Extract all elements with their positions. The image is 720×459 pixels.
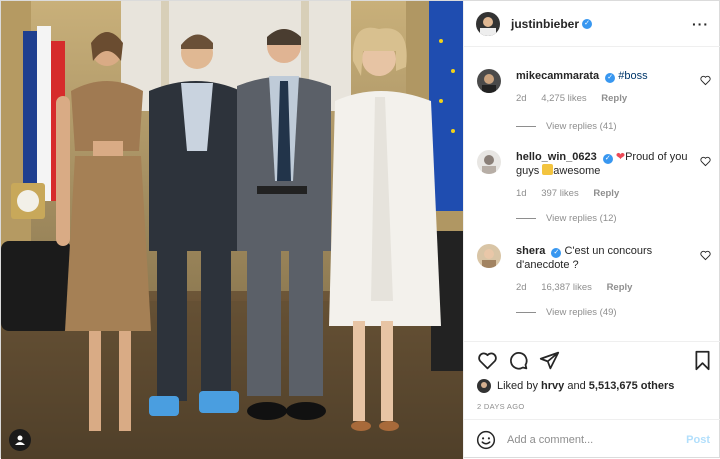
comment-age: 2d — [516, 93, 527, 104]
replies-divider — [516, 126, 536, 127]
replies-divider — [516, 312, 536, 313]
reply-button[interactable]: Reply — [601, 93, 627, 104]
like-comment-heart-icon[interactable] — [700, 156, 711, 167]
like-comment-heart-icon[interactable] — [700, 250, 711, 261]
post-date[interactable]: 2 DAYS AGO — [477, 402, 524, 411]
verified-badge-icon: ✓ — [605, 73, 616, 83]
commenter-avatar-image — [477, 244, 501, 268]
comment-bubble-icon[interactable] — [508, 350, 529, 371]
liker-avatar-image — [477, 379, 491, 393]
comment-likes[interactable]: 16,387 likes — [541, 282, 592, 293]
comment-likes[interactable]: 4,275 likes — [541, 93, 586, 104]
liker-avatar — [477, 379, 491, 393]
comment-username[interactable]: hello_win_0623 — [516, 151, 597, 163]
liked-by-others[interactable]: 5,513,675 others — [589, 380, 675, 392]
comment-body: hello_win_0623 ✓ ❤Proud of you guys awes… — [516, 150, 688, 201]
like-heart-icon[interactable] — [477, 350, 498, 371]
post-photo[interactable] — [1, 1, 463, 459]
more-options-icon[interactable]: ··· — [692, 16, 709, 32]
post-comment-button[interactable]: Post — [686, 434, 710, 446]
view-replies-button[interactable]: View replies (49) — [516, 307, 617, 318]
comment-meta: 1d 397 likes Reply — [516, 187, 688, 201]
tagged-users-button[interactable] — [9, 429, 31, 451]
liked-by-connector: and — [567, 380, 586, 392]
like-comment-heart-icon[interactable] — [700, 75, 711, 86]
comment-text-end: awesome — [553, 165, 601, 177]
instagram-post: justinbieber ✓ ··· mikecammarata ✓ #boss — [0, 0, 720, 459]
view-replies-button[interactable]: View replies (41) — [516, 121, 617, 132]
comment-meta: 2d 4,275 likes Reply — [516, 92, 688, 106]
commenter-avatar-image — [477, 69, 501, 93]
view-replies-button[interactable]: View replies (12) — [516, 213, 617, 224]
post-actions: Liked by hrvy and 5,513,675 others 2 DAY… — [464, 341, 720, 419]
post-details-panel: justinbieber ✓ ··· mikecammarata ✓ #boss — [463, 1, 720, 459]
comment-username[interactable]: mikecammarata — [516, 70, 599, 82]
photo-illustration — [1, 1, 463, 459]
hands-emoji-icon — [542, 164, 554, 175]
comment-body: mikecammarata ✓ #boss 2d 4,275 likes Rep… — [516, 69, 688, 106]
liked-by-prefix: Liked by — [497, 380, 538, 392]
save-bookmark-icon[interactable] — [693, 350, 712, 371]
commenter-avatar-image — [477, 150, 501, 174]
verified-badge-icon: ✓ — [602, 154, 613, 164]
author-avatar-image — [476, 11, 500, 36]
comment-age: 1d — [516, 188, 527, 199]
view-replies-label: View replies (41) — [546, 121, 617, 132]
comment-likes[interactable]: 397 likes — [541, 188, 579, 199]
author-avatar[interactable] — [476, 11, 500, 36]
comment-input[interactable]: Add a comment... — [507, 434, 686, 446]
verified-badge-icon: ✓ — [551, 248, 562, 258]
liked-by-user[interactable]: hrvy — [541, 380, 564, 392]
comment-text[interactable]: #boss — [618, 70, 647, 82]
commenter-avatar[interactable] — [477, 244, 501, 268]
view-replies-label: View replies (12) — [546, 213, 617, 224]
view-replies-label: View replies (49) — [546, 307, 617, 318]
comments-list[interactable]: mikecammarata ✓ #boss 2d 4,275 likes Rep… — [464, 57, 720, 339]
comment-username[interactable]: shera — [516, 245, 545, 257]
author-username[interactable]: justinbieber — [511, 17, 579, 31]
likes-summary[interactable]: Liked by hrvy and 5,513,675 others — [477, 379, 674, 393]
comment-meta: 2d 16,387 likes Reply — [516, 281, 688, 295]
red-heart-emoji-icon: ❤ — [615, 151, 626, 163]
reply-button[interactable]: Reply — [607, 282, 633, 293]
commenter-avatar[interactable] — [477, 150, 501, 174]
user-icon — [15, 435, 25, 445]
add-comment-bar: Add a comment... Post — [464, 419, 720, 459]
reply-button[interactable]: Reply — [593, 188, 619, 199]
comment-body: shera ✓ C'est un concours d'anecdote ? 2… — [516, 244, 688, 295]
share-paper-plane-icon[interactable] — [539, 350, 560, 371]
comment-age: 2d — [516, 282, 527, 293]
verified-badge-icon: ✓ — [582, 18, 593, 29]
emoji-smiley-icon[interactable] — [476, 430, 496, 450]
action-icons-row — [477, 350, 712, 372]
replies-divider — [516, 218, 536, 219]
commenter-avatar[interactable] — [477, 69, 501, 93]
post-header: justinbieber ✓ ··· — [464, 1, 720, 47]
